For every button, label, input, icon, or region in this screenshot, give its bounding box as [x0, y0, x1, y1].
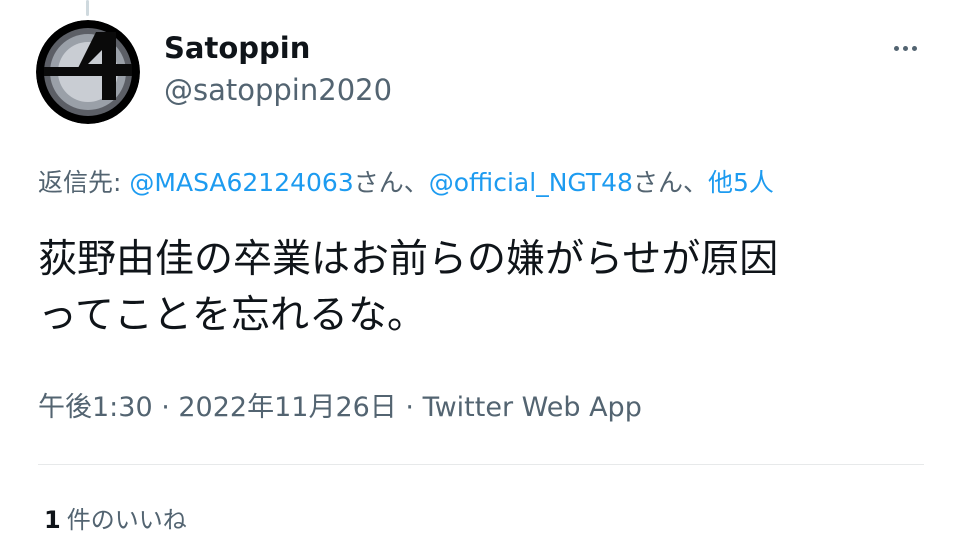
- author-handle[interactable]: @satoppin2020: [164, 72, 392, 108]
- more-dots-icon-dot: [911, 45, 917, 51]
- meta-separator: ·: [396, 392, 423, 423]
- avatar[interactable]: [36, 20, 140, 124]
- other-recipients-link[interactable]: 他5人: [708, 168, 774, 197]
- likes-label: 件のいいね: [66, 506, 187, 534]
- replying-to-prefix: 返信先:: [38, 168, 122, 197]
- tweet-metadata: 午後1:30 · 2022年11月26日 · Twitter Web App: [38, 390, 642, 426]
- mention-link[interactable]: @official_NGT48: [429, 168, 633, 197]
- replying-to: 返信先: @MASA62124063さん、@official_NGT48さん、他…: [38, 166, 774, 200]
- tweet-text: 荻野由佳の卒業はお前らの嫌がらせが原因 ってことを忘れるな。: [38, 232, 928, 344]
- more-dots-icon-dot: [902, 45, 908, 51]
- thread-connector-line: [86, 0, 89, 16]
- likes-link[interactable]: 1 件のいいね: [44, 504, 187, 536]
- honorific-text: さん、: [632, 168, 708, 197]
- likes-count: 1: [44, 506, 61, 534]
- divider: [38, 464, 924, 465]
- tweet-text-line: ってことを忘れるな。: [38, 293, 427, 338]
- author-display-name[interactable]: Satoppin: [164, 30, 310, 66]
- tweet-text-line: 荻野由佳の卒業はお前らの嫌がらせが原因: [38, 237, 779, 282]
- timestamp-link[interactable]: 午後1:30 · 2022年11月26日: [38, 392, 397, 423]
- tweet-detail: Satoppin @satoppin2020 返信先: @MASA6212406…: [0, 0, 960, 540]
- source-link[interactable]: Twitter Web App: [423, 392, 642, 423]
- mention-link[interactable]: @MASA62124063: [129, 168, 353, 197]
- honorific-text: さん、: [353, 168, 429, 197]
- fantastic-four-logo-icon: [36, 20, 140, 124]
- more-dots-icon: [893, 45, 899, 51]
- more-options-button[interactable]: [882, 30, 928, 66]
